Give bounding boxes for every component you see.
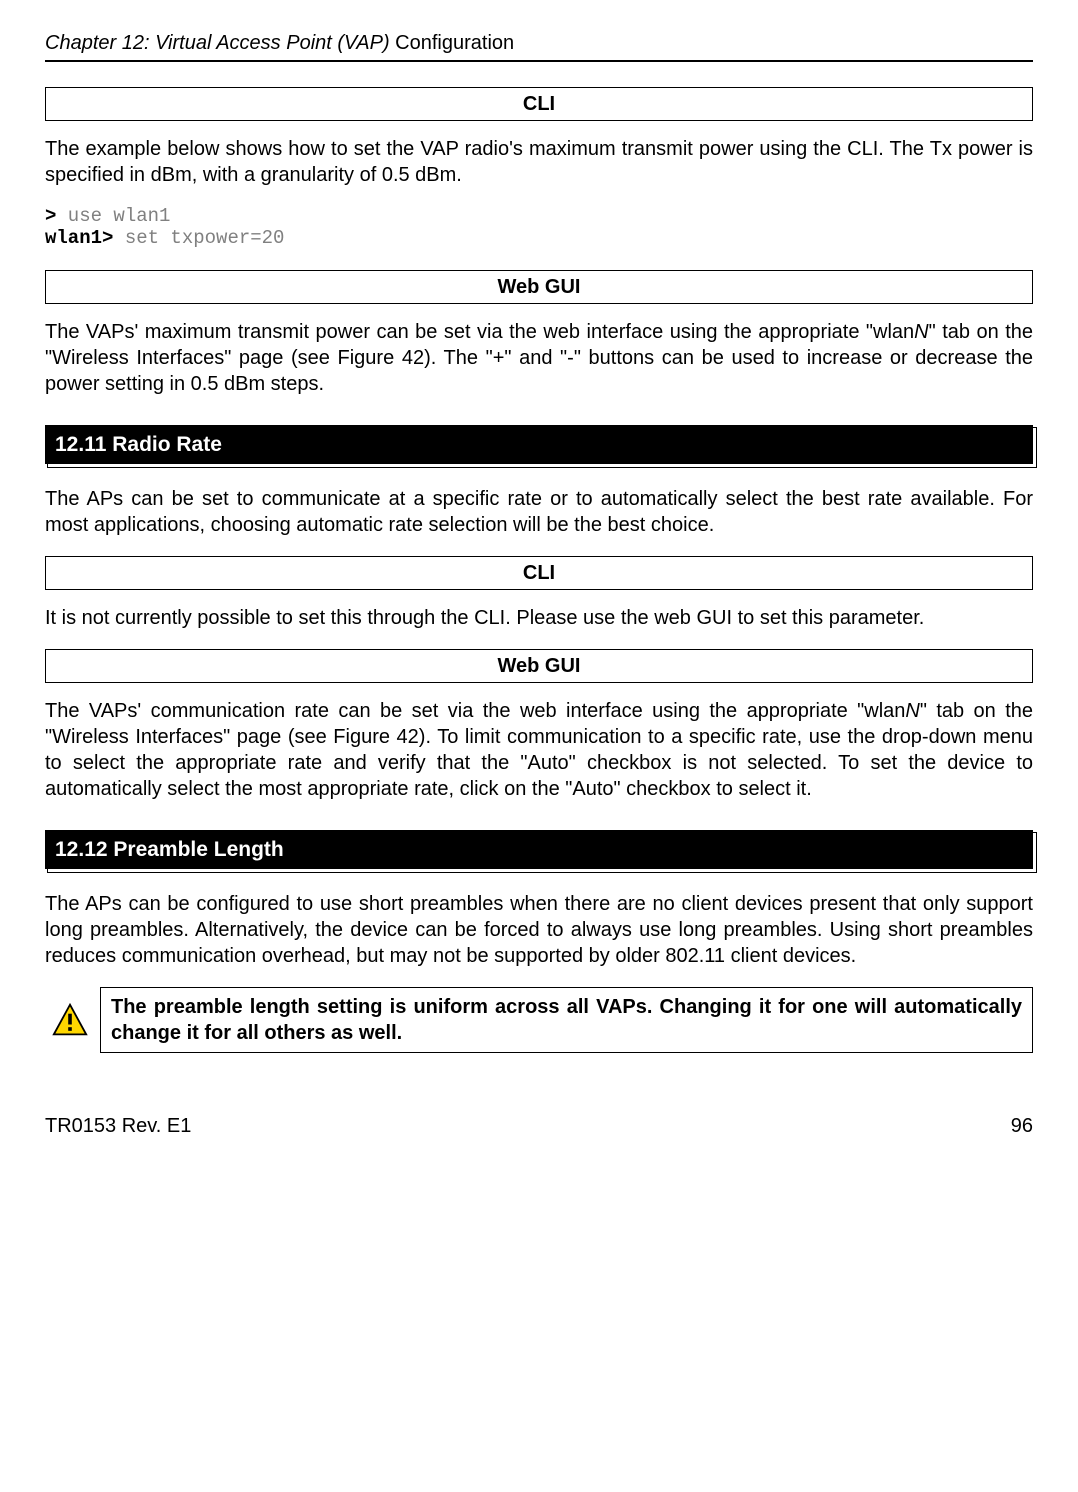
- cli-intro-para: The example below shows how to set the V…: [45, 136, 1033, 188]
- code-cmd-2: set txpower=20: [113, 227, 284, 249]
- section-preamble-length: 12.12 Preamble Length: [45, 830, 1033, 869]
- webgui-para-1: The VAPs' maximum transmit power can be …: [45, 319, 1033, 397]
- para2a: The VAPs' maximum transmit power can be …: [45, 321, 914, 343]
- section-radio-rate: 12.11 Radio Rate: [45, 425, 1033, 464]
- webgui-header-1: Web GUI: [45, 270, 1033, 304]
- cli-header-2: CLI: [45, 556, 1033, 590]
- para5b-italic: N: [905, 700, 919, 722]
- radio-rate-intro: The APs can be set to communicate at a s…: [45, 486, 1033, 538]
- warning-text: The preamble length setting is uniform a…: [100, 987, 1033, 1053]
- chapter-title-italic: Chapter 12: Virtual Access Point (VAP): [45, 32, 395, 54]
- warning-note: The preamble length setting is uniform a…: [45, 987, 1033, 1053]
- page-footer: TR0153 Rev. E1 96: [45, 1113, 1033, 1139]
- code-prompt-1: >: [45, 205, 56, 227]
- chapter-title-normal: Configuration: [395, 32, 514, 54]
- code-prompt-2: wlan1>: [45, 227, 113, 249]
- warning-icon-container: [45, 987, 100, 1053]
- warning-triangle-icon: [52, 1002, 88, 1038]
- webgui-header-2: Web GUI: [45, 649, 1033, 683]
- code-example: > use wlan1 wlan1> set txpower=20: [45, 206, 1033, 250]
- para2b-italic: N: [914, 321, 928, 343]
- footer-page-number: 96: [1011, 1113, 1033, 1139]
- code-cmd-1: use wlan1: [56, 205, 170, 227]
- page-header: Chapter 12: Virtual Access Point (VAP) C…: [45, 30, 1033, 62]
- para5a: The VAPs' communication rate can be set …: [45, 700, 905, 722]
- cli-not-possible-para: It is not currently possible to set this…: [45, 605, 1033, 631]
- cli-header-1: CLI: [45, 87, 1033, 121]
- preamble-para: The APs can be configured to use short p…: [45, 891, 1033, 969]
- webgui-para-2: The VAPs' communication rate can be set …: [45, 698, 1033, 802]
- footer-left: TR0153 Rev. E1: [45, 1113, 191, 1139]
